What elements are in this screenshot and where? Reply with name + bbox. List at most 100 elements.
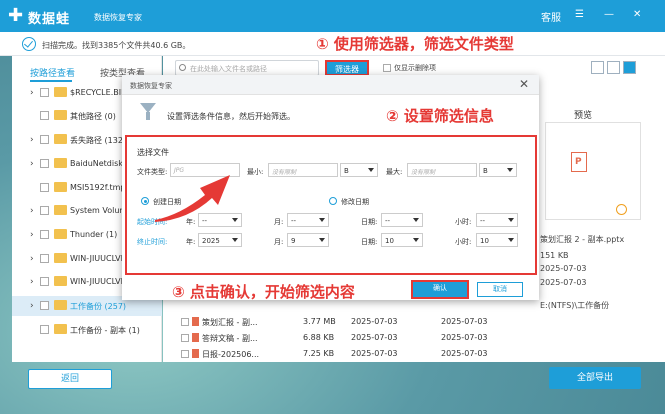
chevron-right-icon[interactable]: ›: [30, 88, 34, 98]
checkbox[interactable]: [40, 183, 49, 192]
preview-size: 151 KB: [540, 251, 569, 260]
checkbox[interactable]: [40, 325, 49, 334]
file-date-modified: 2025-07-03: [441, 349, 488, 358]
table-row[interactable]: 策划汇报 - 副... 3.77 MB 2025-07-03 2025-07-03: [163, 314, 540, 330]
end-hour-select[interactable]: 10: [476, 233, 518, 247]
minimize-icon[interactable]: —: [604, 9, 614, 20]
max-unit-value: B: [483, 167, 488, 175]
end-year-select[interactable]: 2025: [198, 233, 242, 247]
app-window: ✚ 数据蛙 数据恢复专家 客服 ☰ — ✕ 扫描完成。找到3385个文件共40.…: [0, 0, 665, 414]
close-icon[interactable]: ✕: [633, 9, 641, 20]
annotation-step3: ③ 点击确认，开始筛选内容: [172, 283, 355, 301]
folder-icon: [54, 158, 67, 168]
filter-button[interactable]: 筛选器: [325, 60, 369, 76]
tree-item-label: Thunder (1): [70, 230, 118, 239]
modified-date-radio[interactable]: [329, 197, 337, 205]
end-month-select[interactable]: 9: [287, 233, 329, 247]
list-view-icon[interactable]: [607, 61, 620, 74]
checkbox[interactable]: [40, 254, 49, 263]
annotation-step2: ② 设置筛选信息: [386, 107, 494, 125]
end-hour-label: 小时:: [455, 238, 472, 246]
chevron-down-icon: [319, 218, 325, 222]
confirm-button[interactable]: 确认: [411, 280, 469, 299]
chevron-right-icon[interactable]: ›: [30, 206, 34, 216]
max-size-label: 最大:: [386, 168, 403, 176]
checkbox[interactable]: [181, 350, 189, 358]
file-date-modified: 2025-07-03: [441, 333, 488, 342]
show-deleted-checkbox[interactable]: 仅显示删除项: [383, 63, 436, 73]
end-month-value: 9: [291, 237, 296, 245]
support-button[interactable]: 客服: [541, 9, 561, 24]
table-row[interactable]: 答辩文稿 - 副... 6.88 KB 2025-07-03 2025-07-03: [163, 330, 540, 346]
preview-created: 2025-07-03: [540, 264, 587, 273]
preview-path: E:(NTFS)\工作备份: [540, 301, 610, 310]
checkbox[interactable]: [40, 277, 49, 286]
active-tab-indicator: [30, 80, 72, 82]
end-day-select[interactable]: 10: [381, 233, 423, 247]
folder-icon: [54, 205, 67, 215]
file-size: 3.77 MB: [303, 317, 336, 326]
checkbox[interactable]: [40, 135, 49, 144]
min-unit-select[interactable]: B: [340, 163, 378, 177]
file-name: 答辩文稿 - 副...: [202, 334, 258, 343]
title-bar: ✚ 数据蛙 数据恢复专家 客服 ☰ — ✕: [0, 0, 665, 32]
tree-item-label: MSI5192f.tmp: [70, 183, 126, 192]
start-hour-select[interactable]: --: [476, 213, 518, 227]
checkbox[interactable]: [181, 318, 189, 326]
chevron-right-icon[interactable]: ›: [30, 159, 34, 169]
export-all-button[interactable]: 全部导出: [549, 367, 641, 389]
tree-item-label: BaiduNetdisk (: [70, 159, 129, 168]
chevron-right-icon[interactable]: ›: [30, 135, 34, 145]
dialog-description: 设置筛选条件信息，然后开始筛选。: [167, 112, 295, 121]
file-name: 日报-202506...: [202, 350, 260, 359]
created-date-radio[interactable]: [141, 197, 149, 205]
cancel-button[interactable]: 取消: [477, 282, 523, 297]
tree-item-label: 其他路径 (0): [70, 112, 116, 121]
chevron-right-icon[interactable]: ›: [30, 254, 34, 264]
min-size-input[interactable]: 没有限制: [268, 163, 338, 177]
search-placeholder: 在此处输入文件名或路径: [190, 65, 267, 73]
tree-item-label: 工作备份 - 副本 (1): [70, 326, 140, 335]
modified-date-label: 修改日期: [341, 198, 369, 206]
checkbox[interactable]: [383, 64, 391, 72]
start-month-value: --: [291, 217, 297, 225]
chevron-right-icon[interactable]: ›: [30, 301, 34, 311]
chevron-right-icon[interactable]: ›: [30, 277, 34, 287]
start-day-select[interactable]: --: [381, 213, 423, 227]
chevron-down-icon: [508, 218, 514, 222]
dialog-close-icon[interactable]: ✕: [519, 77, 529, 91]
tree-item-label: 丢失路径 (132: [70, 136, 123, 145]
chevron-right-icon[interactable]: ›: [30, 230, 34, 240]
dialog-header: 数据恢复专家 ✕: [122, 75, 539, 95]
max-unit-select[interactable]: B: [479, 163, 517, 177]
detail-view-icon[interactable]: [623, 61, 636, 74]
chevron-down-icon: [508, 238, 514, 242]
table-row[interactable]: 日报-202506... 7.25 KB 2025-07-03 2025-07-03: [163, 346, 540, 362]
max-size-input[interactable]: 没有限制: [407, 163, 477, 177]
checkbox[interactable]: [40, 206, 49, 215]
folder-icon: [54, 229, 67, 239]
checkbox[interactable]: [181, 334, 189, 342]
tree-item[interactable]: 工作备份 - 副本 (1): [12, 320, 162, 340]
chevron-down-icon: [507, 168, 513, 172]
file-date-created: 2025-07-03: [351, 349, 398, 358]
file-date-created: 2025-07-03: [351, 317, 398, 326]
start-month-select[interactable]: --: [287, 213, 329, 227]
file-name: 策划汇报 - 副...: [202, 318, 258, 327]
folder-icon: [54, 110, 67, 120]
scan-status: 扫描完成。找到3385个文件共40.6 GB。: [42, 41, 191, 50]
menu-icon[interactable]: ☰: [575, 9, 584, 20]
tab-path-view[interactable]: 按路径查看: [30, 66, 75, 79]
start-hour-value: --: [480, 217, 486, 225]
checkbox[interactable]: [40, 301, 49, 310]
grid-view-icon[interactable]: [591, 61, 604, 74]
back-button[interactable]: 返回: [28, 369, 112, 389]
logo-text: 数据蛙: [28, 12, 71, 27]
checkbox[interactable]: [40, 88, 49, 97]
chevron-down-icon: [413, 238, 419, 242]
checkbox[interactable]: [40, 159, 49, 168]
zoom-icon[interactable]: [616, 204, 627, 215]
search-input[interactable]: 在此处输入文件名或路径: [175, 60, 319, 76]
checkbox[interactable]: [40, 230, 49, 239]
checkbox[interactable]: [40, 111, 49, 120]
